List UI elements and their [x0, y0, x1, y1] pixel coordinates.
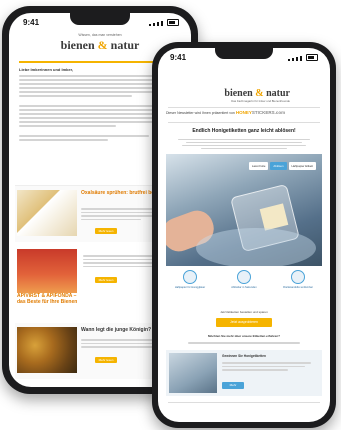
back-logo-amp: &: [97, 37, 108, 52]
feature-3: Rückstandsfrei entfernbar: [276, 270, 320, 298]
front-features: Haftpapier für Honiggläser Ablösbar in S…: [168, 270, 320, 298]
back-signal-icon: [149, 19, 179, 26]
front-promo-button[interactable]: Mehr: [222, 382, 244, 389]
front-signal-icon: [288, 54, 318, 61]
front-sponsor: Dieser Newsletter wird Ihnen präsentiert…: [166, 110, 322, 118]
front-footer-rule: [168, 402, 320, 403]
back-logo-right: natur: [110, 37, 140, 52]
back-battery-icon: [167, 19, 179, 26]
back-article-1-button[interactable]: Mehr lesen: [95, 228, 117, 234]
front-question-sub: [188, 340, 300, 346]
feature-1-label: Haftpapier für Honiggläser: [174, 286, 206, 289]
front-tabs: Lasst Folie Ablösen Haftpapier Etikett: [248, 162, 316, 170]
front-headline: Endlich Honigetiketten ganz leicht ablös…: [192, 128, 296, 134]
front-sponsor-text: Dieser Newsletter wird Ihnen präsentiert…: [166, 111, 235, 115]
back-article-2-button[interactable]: Mehr lesen: [95, 277, 117, 283]
front-tab-2[interactable]: Ablösen: [270, 162, 287, 170]
feature-2-label: Ablösbar in Sekunden: [231, 286, 257, 289]
front-logo-left: bienen: [224, 88, 253, 99]
back-status-time: 9:41: [23, 18, 40, 27]
front-question: Möchten Sie mehr über unsere Etiketten e…: [207, 334, 281, 338]
front-header: bienen & natur Das Fachmagazin für Imker…: [158, 88, 330, 104]
feature-2: Ablösbar in Sekunden: [222, 270, 266, 298]
front-cta-button[interactable]: Jetzt ausprobieren: [216, 318, 272, 327]
back-article-3-image: [17, 327, 77, 373]
front-tab-1[interactable]: Lasst Folie: [248, 162, 269, 170]
front-logo-right: natur: [266, 88, 290, 99]
front-promo[interactable]: Gewinnen Sie Honigetiketten Mehr: [166, 350, 322, 396]
front-promo-image: [169, 353, 217, 393]
back-article-3-button[interactable]: Mehr lesen: [95, 357, 117, 363]
feature-1: Haftpapier für Honiggläser: [168, 270, 212, 298]
front-promo-title: Gewinnen Sie Honigetiketten: [222, 354, 266, 358]
front-sponsor-brand-a: HONEY: [235, 110, 252, 115]
front-logo-sub: Das Fachmagazin für Imker und Bienenfreu…: [231, 99, 290, 103]
feature-2-icon: [237, 270, 251, 284]
front-battery-icon: [306, 54, 318, 61]
hero-bowl-shape: [196, 228, 316, 266]
back-article-1-image: [17, 190, 77, 236]
front-status-bar: 9:41: [158, 48, 330, 66]
front-intro-text: [172, 137, 316, 151]
front-tab-3[interactable]: Haftpapier Etikett: [288, 162, 316, 170]
front-header-rule: [168, 107, 320, 108]
back-status-bar: 9:41: [9, 13, 191, 31]
front-phone-screen: 9:41 bienen & natur Das Fachmagazin für …: [158, 48, 330, 422]
front-status-time: 9:41: [170, 53, 187, 62]
front-phone: 9:41 bienen & natur Das Fachmagazin für …: [152, 42, 336, 428]
back-article-2-title: APIVIRST & APIFONDA – das Beste für Ihre…: [17, 293, 79, 305]
front-logo[interactable]: bienen & natur: [158, 88, 330, 99]
front-logo-amp: &: [255, 88, 264, 99]
front-sponsor-rule: [168, 122, 320, 123]
back-logo-left: bienen: [60, 37, 95, 52]
feature-1-icon: [183, 270, 197, 284]
front-hero-image: Lasst Folie Ablösen Haftpapier Etikett: [166, 154, 322, 266]
feature-3-label: Rückstandsfrei entfernbar: [283, 286, 313, 289]
feature-3-icon: [291, 270, 305, 284]
front-cta-text: Jetzt Etiketten bestellen und sparen: [220, 310, 268, 314]
front-sponsor-brand-b: STICKERS.com: [251, 110, 286, 115]
